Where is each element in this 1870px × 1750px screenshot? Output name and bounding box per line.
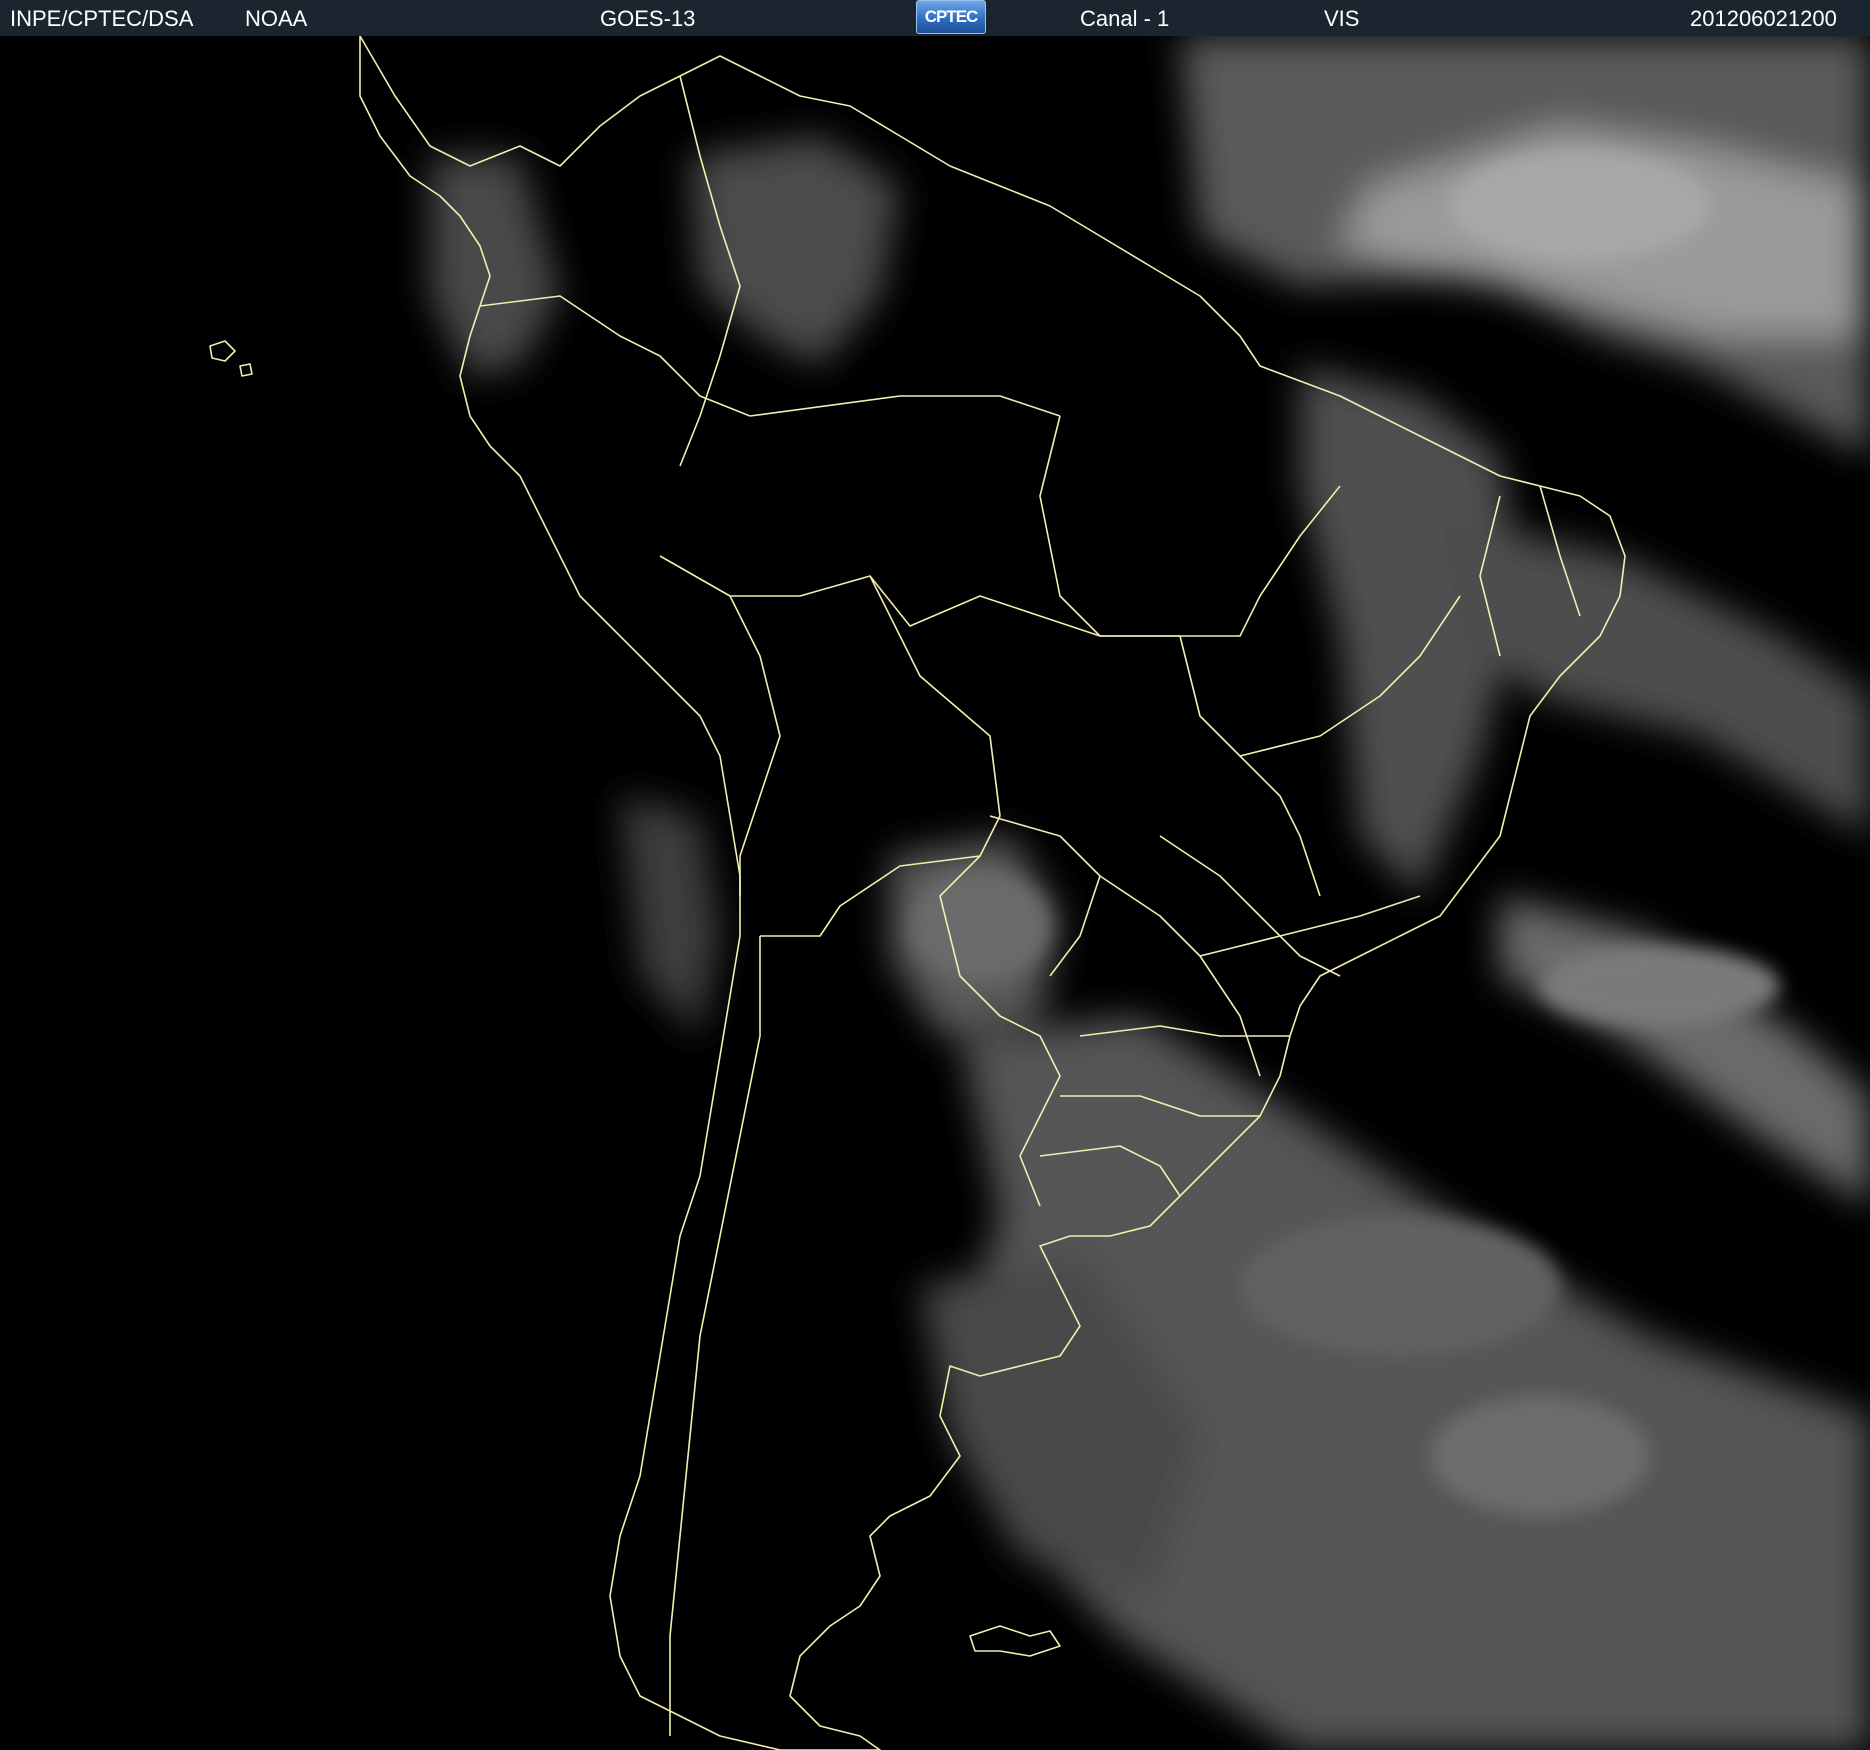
cloud-blob — [910, 871, 1050, 981]
cptec-logo: CPTEC — [916, 0, 986, 34]
satellite-map — [0, 36, 1870, 1750]
country-border — [659, 555, 1180, 637]
channel-label: Canal - 1 — [1080, 6, 1170, 31]
logo-text: CPTEC — [924, 7, 979, 26]
cloud-frontal-band — [1500, 896, 1870, 1206]
cloud-andes-north — [430, 156, 560, 376]
band-label: VIS — [1324, 6, 1360, 31]
state-border — [1100, 485, 1341, 637]
state-border — [1039, 415, 1101, 637]
falkland-islands — [969, 1625, 1061, 1657]
map-svg — [209, 36, 1870, 1750]
cloud-east-coast — [1440, 516, 1870, 836]
country-border — [729, 595, 781, 896]
agency-label: NOAA — [245, 6, 308, 31]
source-label: INPE/CPTEC/DSA — [10, 6, 194, 31]
cloud-blob — [1450, 151, 1710, 261]
cloud-chile-offshore — [620, 796, 720, 1036]
galapagos-islands — [209, 340, 253, 377]
state-border — [1199, 895, 1421, 957]
state-border — [1159, 835, 1341, 977]
state-border — [1179, 635, 1321, 897]
cloud-blob — [1240, 1216, 1560, 1356]
cloud-blob — [1540, 946, 1780, 1026]
satellite-label: GOES-13 — [600, 6, 696, 31]
header-bar: INPE/CPTEC/DSA NOAA GOES-13 CPTEC Canal … — [0, 0, 1870, 37]
cloud-amazon — [690, 136, 900, 366]
cloud-blob — [1430, 1396, 1650, 1516]
country-border — [669, 936, 761, 1736]
timestamp-label: 201206021200 — [1690, 6, 1837, 31]
country-border — [749, 395, 1061, 417]
cloud-layer — [430, 36, 1870, 1750]
